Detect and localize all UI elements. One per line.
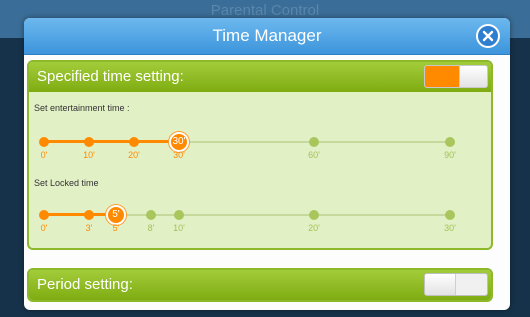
period-header: Period setting:	[29, 270, 491, 300]
dialog-title: Time Manager	[212, 26, 322, 45]
period-section: Period setting:	[27, 268, 493, 302]
slider-tick-label: 5'	[112, 223, 120, 233]
background-title: Parental Control	[210, 2, 320, 19]
slider-tick-label: 3'	[85, 223, 93, 233]
slider-stop[interactable]	[129, 137, 139, 147]
specified-time-section: Specified time setting: Set entertainmen…	[27, 60, 493, 250]
slider-stop[interactable]	[84, 137, 94, 147]
entertainment-time-label: Set entertainment time :	[34, 103, 130, 113]
slider-track-active	[44, 140, 179, 143]
specified-time-toggle[interactable]	[424, 65, 488, 88]
dialog-header: Time Manager	[24, 18, 510, 55]
slider-tick-label: 30'	[444, 223, 456, 233]
slider-stop[interactable]	[174, 210, 184, 220]
locked-time-slider[interactable]: 5' 0' 3' 5' 8' 10' 20' 30'	[29, 205, 491, 248]
slider-stop[interactable]	[146, 210, 156, 220]
slider-stop[interactable]	[39, 210, 49, 220]
toggle-fill	[425, 66, 459, 87]
specified-time-title: Specified time setting:	[37, 68, 184, 85]
slider-tick-label: 20'	[128, 150, 140, 160]
slider-tick-label: 10'	[83, 150, 95, 160]
slider-stop[interactable]	[39, 137, 49, 147]
close-icon	[482, 30, 494, 42]
toggle-knob	[459, 66, 487, 87]
slider-tick-label: 10'	[173, 223, 185, 233]
slider-tick-label: 0'	[40, 223, 48, 233]
entertainment-time-slider[interactable]: 30' 0' 10' 20' 30' 60' 90'	[29, 132, 491, 176]
slider-stop[interactable]	[309, 137, 319, 147]
slider-tick-label: 30'	[173, 150, 185, 160]
toggle-knob	[425, 274, 456, 295]
slider-tick-label: 20'	[308, 223, 320, 233]
slider-thumb[interactable]: 30'	[169, 132, 189, 152]
period-title: Period setting:	[37, 276, 133, 293]
slider-tick-label: 60'	[308, 150, 320, 160]
period-toggle[interactable]	[424, 273, 488, 296]
slider-stop[interactable]	[309, 210, 319, 220]
slider-stop[interactable]	[445, 137, 455, 147]
close-button[interactable]	[476, 24, 500, 48]
slider-tick-label: 8'	[147, 223, 155, 233]
slider-stop[interactable]	[84, 210, 94, 220]
slider-thumb[interactable]: 5'	[106, 205, 126, 225]
specified-time-header: Specified time setting:	[29, 62, 491, 92]
locked-time-label: Set Locked time	[34, 178, 99, 188]
slider-tick-label: 90'	[444, 150, 456, 160]
slider-stop[interactable]	[445, 210, 455, 220]
slider-tick-label: 0'	[40, 150, 48, 160]
